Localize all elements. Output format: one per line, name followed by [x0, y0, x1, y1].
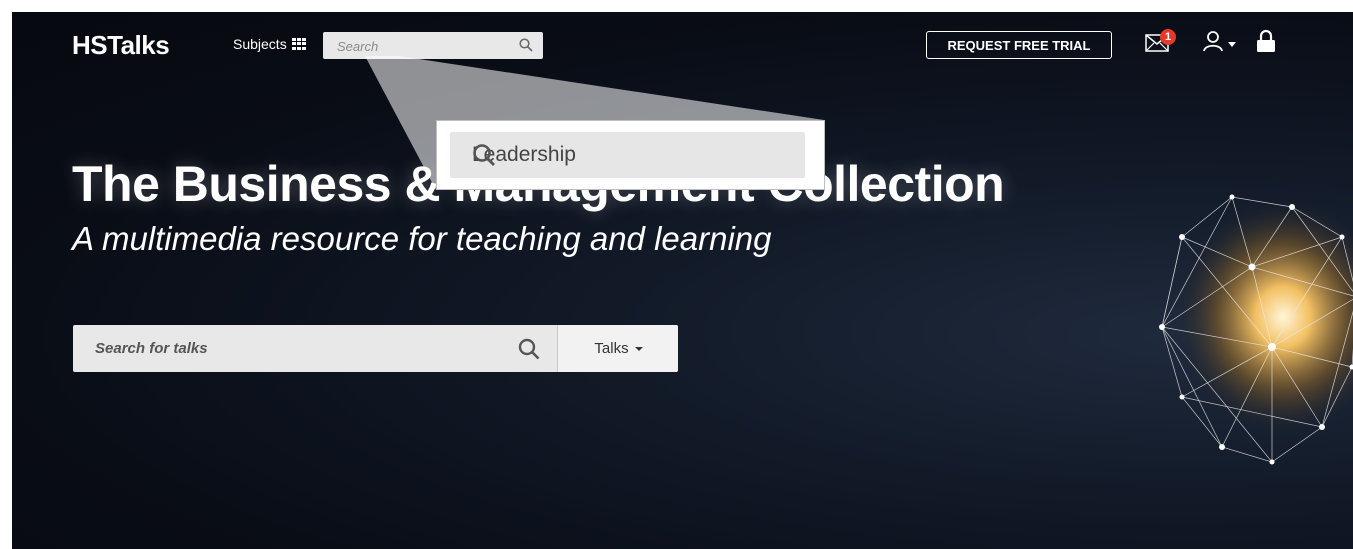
lightbulb-network-image — [1159, 194, 1353, 465]
talk-search-bar: Talks — [73, 325, 678, 372]
subjects-label: Subjects — [233, 36, 287, 52]
hero-banner: HSTalks Subjects REQUEST FREE TRIAL 1 Th… — [12, 12, 1353, 549]
request-free-trial-button[interactable]: REQUEST FREE TRIAL — [926, 31, 1112, 59]
notification-badge: 1 — [1160, 29, 1176, 45]
search-icon[interactable] — [518, 338, 540, 365]
grid-icon — [291, 38, 306, 50]
chevron-down-icon — [1228, 35, 1236, 53]
search-icon[interactable] — [519, 38, 533, 57]
caret-down-icon — [634, 346, 643, 351]
page-subtitle: A multimedia resource for teaching and l… — [72, 220, 772, 257]
header-search — [323, 32, 543, 59]
user-menu[interactable] — [1202, 30, 1236, 57]
talk-search-input[interactable] — [73, 325, 543, 372]
dropdown-label: Talks — [594, 340, 629, 357]
header-search-input[interactable] — [335, 36, 509, 57]
content-type-dropdown[interactable]: Talks — [557, 325, 678, 372]
user-icon — [1202, 30, 1224, 57]
hstalks-logo[interactable]: HSTalks — [72, 30, 170, 61]
subjects-menu[interactable]: Subjects — [233, 36, 306, 52]
lock-icon[interactable] — [1256, 29, 1276, 58]
zoomed-search-field: Leadership — [450, 132, 805, 178]
search-icon — [472, 143, 791, 173]
zoom-callout: Leadership — [436, 120, 825, 190]
